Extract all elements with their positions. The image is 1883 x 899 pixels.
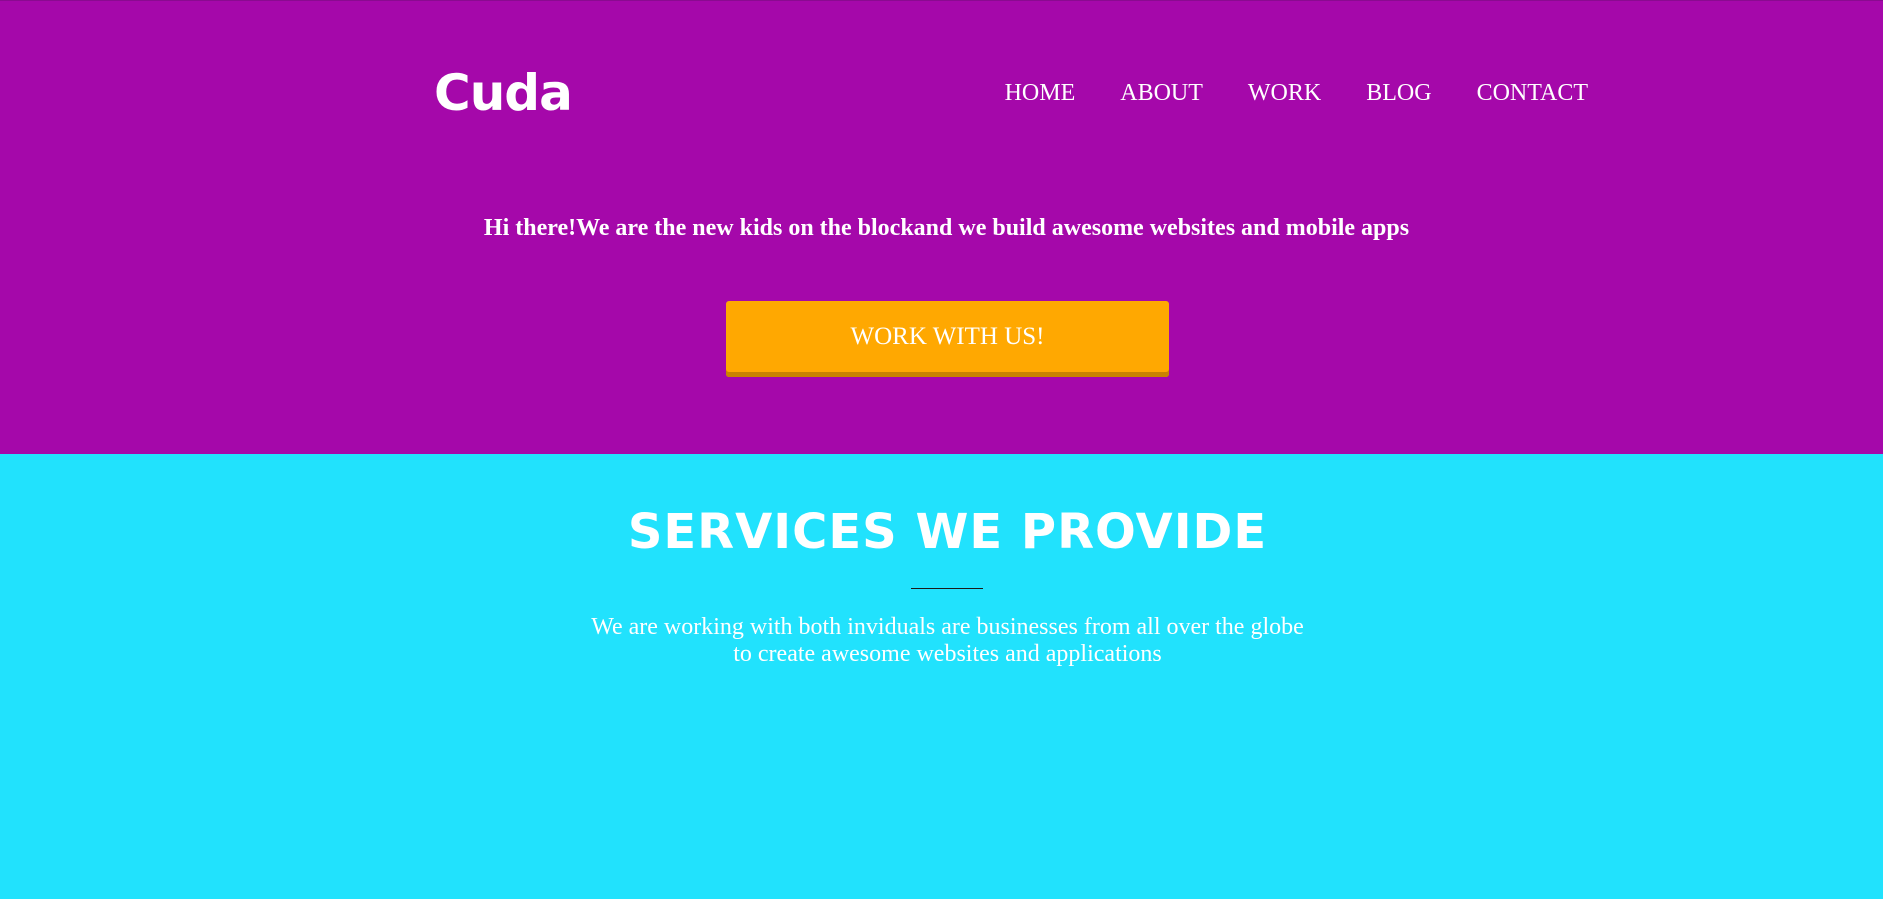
services-section: SERVICES WE PROVIDE We are working with … [0, 454, 1883, 899]
services-description-line-2: to create awesome websites and applicati… [733, 641, 1162, 667]
hero-tagline: Hi there!We are the new kids on the bloc… [483, 215, 1410, 241]
section-divider [911, 588, 983, 589]
nav-about-link[interactable]: ABOUT [1120, 76, 1203, 110]
hero-section: Cuda HOME ABOUT WORK BLOG CONTACT Hi the… [0, 0, 1883, 454]
nav-work-link[interactable]: WORK [1248, 76, 1321, 110]
nav-contact-link[interactable]: CONTACT [1477, 76, 1588, 110]
main-nav: HOME ABOUT WORK BLOG CONTACT [960, 76, 1588, 110]
work-with-us-button[interactable]: WORK WITH US! [726, 301, 1169, 377]
site-logo[interactable]: Cuda [434, 63, 573, 123]
services-title: SERVICES WE PROVIDE [627, 504, 1268, 560]
nav-blog-link[interactable]: BLOG [1366, 76, 1431, 110]
nav-home-link[interactable]: HOME [1005, 76, 1076, 110]
services-description-line-1: We are working with both inviduals are b… [591, 614, 1304, 640]
services-description: We are working with both inviduals are b… [0, 614, 1883, 668]
